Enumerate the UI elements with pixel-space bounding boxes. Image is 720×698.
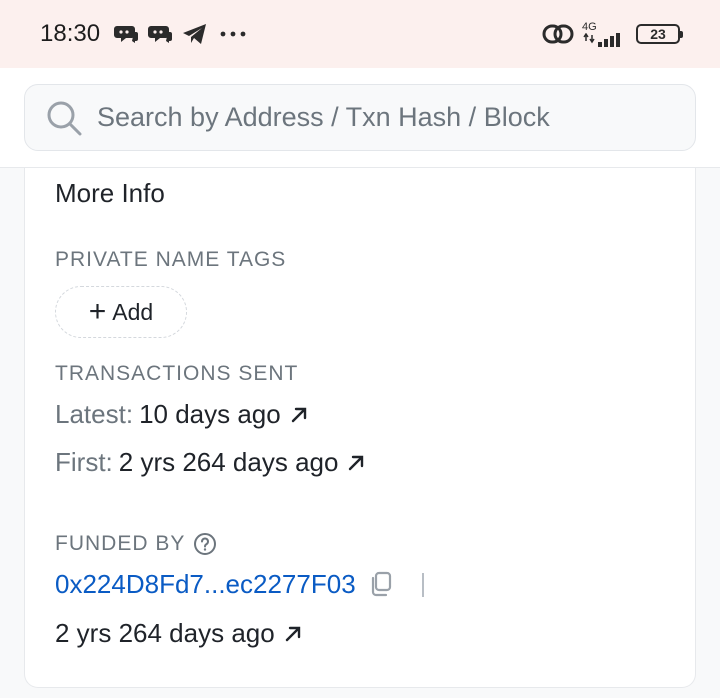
search-box[interactable] [24, 84, 696, 151]
signal-icon: 4G [582, 20, 628, 47]
transactions-sent-label: TRANSACTIONS SENT [55, 362, 298, 386]
private-name-tags-label: PRIVATE NAME TAGS [55, 248, 286, 272]
external-arrow-icon[interactable] [346, 453, 366, 473]
funded-by-label: FUNDED BY [55, 532, 217, 556]
search-icon [45, 99, 83, 137]
battery-indicator: 23 [636, 24, 683, 44]
chat-bubble-icon [148, 23, 173, 45]
latest-key: Latest: [55, 399, 134, 429]
more-dots-icon [218, 29, 248, 39]
funded-by-label-text: FUNDED BY [55, 532, 186, 555]
funded-age-value[interactable]: 2 yrs 264 days ago [55, 618, 275, 649]
network-type-label: 4G [582, 20, 597, 33]
first-transaction-row: First: 2 yrs 264 days ago [55, 447, 366, 478]
telegram-icon [182, 23, 208, 45]
funded-by-age-row: 2 yrs 264 days ago [55, 618, 303, 649]
external-arrow-icon[interactable] [289, 405, 309, 425]
more-info-card: More Info PRIVATE NAME TAGS + Add TRANSA… [24, 168, 696, 688]
external-arrow-icon[interactable] [283, 624, 303, 644]
status-time: 18:30 [40, 20, 101, 47]
status-left: 18:30 [40, 20, 248, 48]
first-key: First: [55, 447, 113, 477]
funder-address-link[interactable]: 0x224D8Fd7...ec2277F03 [55, 569, 356, 600]
copy-icon[interactable] [368, 571, 394, 599]
latest-transaction-row: Latest: 10 days ago [55, 399, 309, 430]
divider [421, 572, 424, 597]
search-header [0, 68, 720, 168]
first-value[interactable]: 2 yrs 264 days ago [119, 447, 339, 478]
search-input[interactable] [97, 102, 557, 133]
latest-value[interactable]: 10 days ago [139, 399, 281, 430]
chat-bubble-icon [114, 23, 139, 45]
funded-by-address-row: 0x224D8Fd7...ec2277F03 [55, 569, 424, 600]
add-name-tag-button[interactable]: + Add [55, 286, 187, 338]
status-right: 4G 23 [542, 20, 683, 47]
add-button-label: Add [112, 298, 154, 325]
plus-icon: + [88, 295, 107, 328]
help-circle-icon[interactable] [193, 532, 217, 556]
private-name-tags-label-text: PRIVATE NAME TAGS [55, 248, 287, 271]
hotspot-link-icon [542, 22, 574, 46]
status-bar: 18:30 4G 23 [0, 0, 720, 68]
card-title: More Info [55, 178, 165, 208]
transactions-sent-label-text: TRANSACTIONS SENT [55, 362, 299, 385]
